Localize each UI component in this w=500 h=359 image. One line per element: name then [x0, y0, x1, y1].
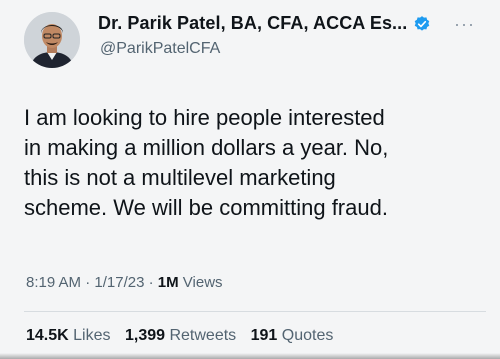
more-horizontal-icon[interactable]: ··· [454, 15, 475, 33]
likes-stat[interactable]: 14.5K Likes [26, 327, 115, 344]
quotes-stat[interactable]: 191 Quotes [251, 327, 334, 344]
author-display-name[interactable]: Dr. Parik Patel, BA, CFA, ACCA Es... [98, 13, 407, 34]
profile-photo-icon [24, 12, 80, 68]
tweet-date[interactable]: 1/17/23 [94, 274, 144, 291]
quotes-label: Quotes [281, 327, 334, 344]
author-name-row: Dr. Parik Patel, BA, CFA, ACCA Es... [98, 13, 431, 34]
tweet-meta: 8:19 AM · 1/17/23 · 1M Views [26, 274, 223, 291]
tweet-screenshot: Dr. Parik Patel, BA, CFA, ACCA Es... ···… [0, 0, 500, 359]
likes-label: Likes [73, 327, 111, 344]
author-avatar[interactable] [24, 12, 80, 68]
tweet-stats: 14.5K Likes 1,399 Retweets 191 Quotes [26, 327, 343, 345]
author-handle[interactable]: @ParikPatelCFA [100, 40, 220, 58]
quotes-count: 191 [250, 327, 278, 344]
meta-separator: · [85, 274, 91, 291]
views-count: 1M [157, 274, 179, 291]
meta-separator: · [148, 274, 154, 291]
tweet-text: I am looking to hire people interested i… [24, 105, 389, 220]
verified-badge-icon [413, 15, 431, 33]
divider [24, 311, 486, 312]
retweets-label: Retweets [169, 327, 237, 344]
views-label: Views [182, 274, 223, 291]
retweets-stat[interactable]: 1,399 Retweets [125, 327, 241, 344]
tweet-time[interactable]: 8:19 AM [26, 274, 81, 291]
retweets-count: 1,399 [124, 327, 166, 344]
bottom-edge-shadow [0, 353, 500, 359]
likes-count: 14.5K [26, 327, 69, 344]
